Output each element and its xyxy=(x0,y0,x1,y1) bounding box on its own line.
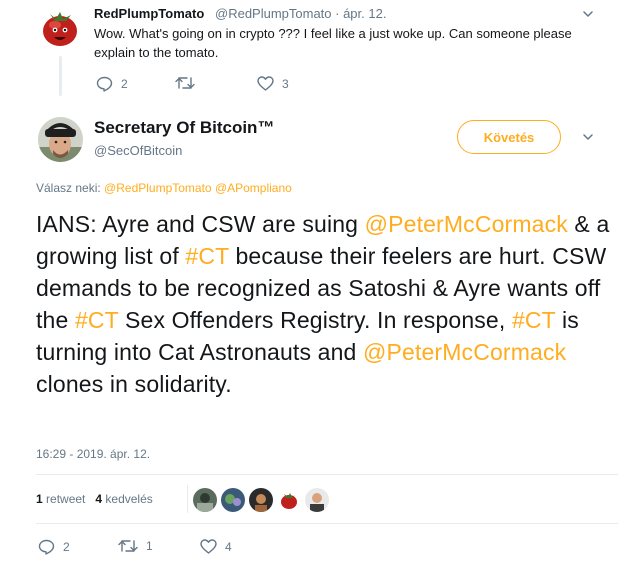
reply-button[interactable]: 2 xyxy=(38,539,70,555)
text-segment: Sex Offenders Registry. In response, xyxy=(118,307,512,333)
main-tweet-text: IANS: Ayre and CSW are suing @PeterMcCor… xyxy=(36,208,616,400)
parent-tweet-text: Wow. What's going on in crypto ??? I fee… xyxy=(94,26,572,60)
tomato-avatar-icon[interactable] xyxy=(38,6,82,50)
main-handle[interactable]: @SecOfBitcoin xyxy=(94,143,182,158)
chevron-down-icon[interactable] xyxy=(582,8,594,20)
retweet-icon xyxy=(175,77,195,89)
retweet-button[interactable] xyxy=(175,76,203,90)
reply-count: 2 xyxy=(121,77,128,91)
like-stat-label: kedvelés xyxy=(102,492,153,506)
heart-icon xyxy=(200,539,217,554)
liker-avatar[interactable] xyxy=(221,488,245,512)
like-count: 3 xyxy=(282,76,289,91)
reply-count: 2 xyxy=(63,540,70,554)
parent-action-bar: 2 3 xyxy=(96,76,396,94)
text-segment: clones in solidarity. xyxy=(36,371,232,397)
mention-link[interactable]: @PeterMcCormack xyxy=(365,211,568,237)
parent-display-name[interactable]: RedPlumpTomato xyxy=(94,6,204,21)
retweet-icon xyxy=(118,540,138,552)
divider xyxy=(36,523,618,524)
like-button[interactable]: 4 xyxy=(200,539,232,554)
engagement-stats: 1 retweet 4 kedvelés xyxy=(36,492,153,506)
follow-button[interactable]: Követés xyxy=(457,120,561,154)
like-count: 4 xyxy=(225,539,232,554)
like-button[interactable]: 3 xyxy=(257,76,289,91)
stats-separator xyxy=(187,485,188,513)
main-action-bar: 2 1 4 xyxy=(38,539,338,557)
liker-avatar[interactable] xyxy=(249,488,273,512)
reply-icon xyxy=(96,76,113,92)
retweet-stat-label: retweet xyxy=(42,492,86,506)
retweet-stat[interactable]: 1 retweet xyxy=(36,492,85,506)
chevron-down-icon[interactable] xyxy=(582,131,594,143)
liker-avatar[interactable] xyxy=(193,488,217,512)
replying-to-mentions[interactable]: @RedPlumpTomato @APompliano xyxy=(104,181,292,195)
reply-icon xyxy=(38,539,55,555)
hashtag-link[interactable]: #CT xyxy=(512,307,556,333)
retweet-count: 1 xyxy=(146,539,153,553)
heart-icon xyxy=(257,76,274,91)
text-segment: IANS: Ayre and CSW are suing xyxy=(36,211,365,237)
retweet-stat-count: 1 xyxy=(36,492,43,506)
liker-avatar[interactable] xyxy=(277,488,301,512)
replying-to-label: Válasz neki: xyxy=(36,181,105,195)
hashtag-link[interactable]: #CT xyxy=(75,307,119,333)
reply-button[interactable]: 2 xyxy=(96,76,128,92)
parent-handle-date[interactable]: @RedPlumpTomato · ápr. 12. xyxy=(215,6,386,21)
thread-connector-line xyxy=(59,56,62,96)
main-display-name[interactable]: Secretary Of Bitcoin™ xyxy=(94,118,274,138)
liker-avatar[interactable] xyxy=(305,488,329,512)
like-stat[interactable]: 4 kedvelés xyxy=(95,492,152,506)
parent-tweet[interactable]: RedPlumpTomato @RedPlumpTomato · ápr. 12… xyxy=(0,0,635,100)
divider xyxy=(36,474,618,475)
tweet-timestamp[interactable]: 16:29 - 2019. ápr. 12. xyxy=(36,447,150,461)
replying-to: Válasz neki: @RedPlumpTomato @APompliano xyxy=(36,181,292,195)
mention-link[interactable]: @PeterMcCormack xyxy=(363,339,566,365)
hashtag-link[interactable]: #CT xyxy=(185,243,229,269)
retweet-button[interactable]: 1 xyxy=(118,539,153,553)
profile-avatar[interactable] xyxy=(38,117,83,162)
